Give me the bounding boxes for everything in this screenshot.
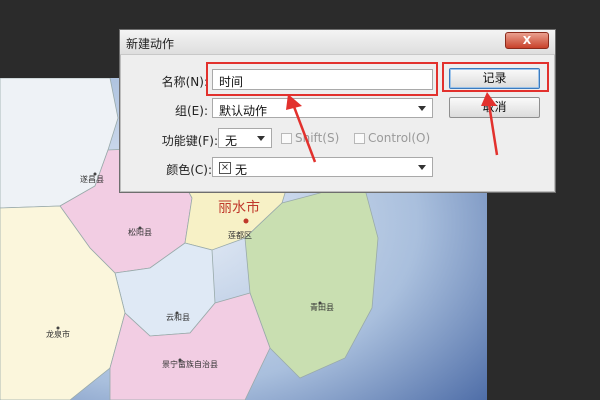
set-dropdown[interactable]: 默认动作 (212, 98, 433, 118)
record-button-highlight (442, 62, 549, 92)
color-dropdown[interactable]: × 无 (212, 157, 433, 177)
new-action-dialog: 新建动作 X 名称(N): 时间 组(E): 默认动作 功能键(F): 无 Sh… (119, 29, 556, 193)
map-place-label: 龙泉市 (46, 329, 70, 339)
control-checkbox-label: Control(O) (368, 131, 431, 145)
name-field-highlight (206, 62, 438, 96)
color-label: 颜色(C): (166, 163, 212, 177)
no-color-swatch-icon: × (219, 162, 231, 174)
map-place-label: 遂昌县 (80, 174, 104, 184)
dialog-titlebar[interactable]: 新建动作 X (120, 30, 555, 55)
set-dropdown-value: 默认动作 (219, 104, 268, 118)
map-city-label: 丽水市 (218, 199, 260, 216)
function-key-dropdown[interactable]: 无 (218, 128, 272, 148)
close-icon: X (522, 34, 532, 47)
control-checkbox[interactable] (354, 133, 365, 144)
chevron-down-icon (257, 136, 265, 141)
function-key-label: 功能键(F): (161, 134, 218, 148)
cancel-button-label: 取消 (482, 100, 507, 114)
map-place-label: 云和县 (166, 313, 190, 322)
chevron-down-icon (418, 165, 426, 170)
color-dropdown-value: 无 (235, 163, 248, 177)
shift-checkbox-label: Shift(S) (295, 131, 340, 145)
chevron-down-icon (418, 106, 426, 111)
set-label: 组(E): (175, 104, 208, 118)
function-key-value: 无 (225, 134, 238, 148)
map-place-label: 莲都区 (228, 230, 252, 240)
cancel-button[interactable]: 取消 (449, 97, 540, 118)
map-place-label: 青田县 (310, 302, 334, 312)
close-button[interactable]: X (505, 32, 549, 49)
shift-checkbox[interactable] (281, 133, 292, 144)
name-label: 名称(N): (161, 75, 208, 89)
dialog-title: 新建动作 (126, 37, 175, 51)
map-place-label: 景宁畲族自治县 (162, 359, 218, 369)
